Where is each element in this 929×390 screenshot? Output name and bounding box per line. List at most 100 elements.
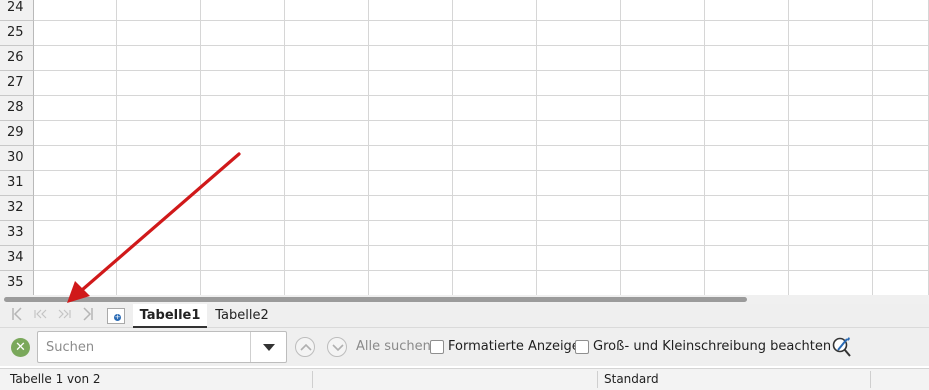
horizontal-scrollbar-thumb[interactable] [4, 297, 747, 302]
grid-cell[interactable] [705, 146, 789, 171]
grid-cell[interactable] [789, 21, 873, 46]
grid-cell[interactable] [34, 171, 117, 196]
grid-cell[interactable] [369, 146, 453, 171]
grid-cell[interactable] [369, 71, 453, 96]
next-sheet-icon[interactable] [54, 307, 74, 325]
search-input[interactable] [38, 332, 250, 362]
row-header[interactable]: 25 [0, 21, 34, 46]
grid-cell[interactable] [621, 21, 705, 46]
grid-cell[interactable] [453, 246, 537, 271]
search-combobox[interactable] [37, 331, 287, 363]
grid-cell[interactable] [369, 246, 453, 271]
grid-cell[interactable] [453, 21, 537, 46]
grid-cell[interactable] [201, 121, 285, 146]
grid-cell[interactable] [705, 0, 789, 21]
grid-cell[interactable] [705, 221, 789, 246]
grid-cell[interactable] [705, 71, 789, 96]
grid-cell[interactable] [873, 221, 929, 246]
grid-cell[interactable] [537, 46, 621, 71]
grid-cell[interactable] [117, 21, 201, 46]
grid-cell[interactable] [621, 246, 705, 271]
grid-cell[interactable] [285, 96, 369, 121]
grid-cell[interactable] [201, 71, 285, 96]
sheet-tab-tabelle2[interactable]: Tabelle2 [209, 304, 275, 328]
grid-cell[interactable] [117, 71, 201, 96]
close-find-toolbar-icon[interactable]: ✕ [11, 338, 30, 357]
spreadsheet-grid[interactable]: 24 25 26 27 28 29 30 31 32 33 34 35 [0, 0, 929, 295]
grid-cell[interactable] [537, 121, 621, 146]
grid-cell[interactable] [453, 71, 537, 96]
grid-cell[interactable] [34, 71, 117, 96]
grid-cell[interactable] [201, 46, 285, 71]
grid-cell[interactable] [873, 271, 929, 295]
grid-cell[interactable] [537, 246, 621, 271]
grid-cell[interactable] [453, 121, 537, 146]
grid-cell[interactable] [789, 271, 873, 295]
grid-cell[interactable] [705, 271, 789, 295]
grid-cell[interactable] [369, 46, 453, 71]
grid-cell[interactable] [117, 221, 201, 246]
grid-cell[interactable] [369, 171, 453, 196]
row-header[interactable]: 30 [0, 146, 34, 171]
grid-cell[interactable] [201, 246, 285, 271]
grid-cell[interactable] [705, 171, 789, 196]
row-header[interactable]: 27 [0, 71, 34, 96]
grid-cell[interactable] [873, 21, 929, 46]
grid-cell[interactable] [873, 71, 929, 96]
search-history-dropdown[interactable] [251, 332, 286, 362]
grid-cell[interactable] [873, 96, 929, 121]
row-header[interactable]: 26 [0, 46, 34, 71]
grid-cell[interactable] [873, 246, 929, 271]
grid-cell[interactable] [537, 171, 621, 196]
grid-cell[interactable] [369, 121, 453, 146]
grid-cell[interactable] [201, 146, 285, 171]
grid-cell[interactable] [117, 171, 201, 196]
grid-cell[interactable] [873, 121, 929, 146]
grid-cell[interactable] [34, 196, 117, 221]
grid-cell[interactable] [285, 196, 369, 221]
grid-cell[interactable] [34, 121, 117, 146]
row-header[interactable]: 31 [0, 171, 34, 196]
grid-cell[interactable] [621, 121, 705, 146]
grid-cell[interactable] [117, 96, 201, 121]
grid-cell[interactable] [453, 46, 537, 71]
grid-cell[interactable] [621, 96, 705, 121]
grid-cell[interactable] [453, 221, 537, 246]
grid-cell[interactable] [537, 71, 621, 96]
match-case-checkbox[interactable] [575, 340, 589, 354]
grid-cell[interactable] [117, 196, 201, 221]
grid-cell[interactable] [789, 121, 873, 146]
grid-cell[interactable] [537, 96, 621, 121]
horizontal-scrollbar[interactable] [0, 295, 929, 304]
grid-cell[interactable] [369, 96, 453, 121]
previous-sheet-icon[interactable] [31, 307, 51, 325]
grid-cell[interactable] [537, 0, 621, 21]
row-header[interactable]: 24 [0, 0, 34, 21]
grid-cell[interactable] [117, 246, 201, 271]
grid-cell[interactable] [369, 0, 453, 21]
grid-cell[interactable] [789, 0, 873, 21]
grid-cell[interactable] [537, 21, 621, 46]
row-header[interactable]: 28 [0, 96, 34, 121]
grid-cell[interactable] [369, 271, 453, 295]
grid-cell[interactable] [705, 246, 789, 271]
grid-cell[interactable] [369, 221, 453, 246]
find-previous-button[interactable] [295, 337, 315, 357]
grid-cell[interactable] [285, 71, 369, 96]
grid-cell[interactable] [705, 196, 789, 221]
row-header[interactable]: 34 [0, 246, 34, 271]
grid-cell[interactable] [453, 96, 537, 121]
grid-cell[interactable] [621, 46, 705, 71]
grid-cell[interactable] [285, 0, 369, 21]
grid-cell[interactable] [621, 0, 705, 21]
grid-cell[interactable] [117, 0, 201, 21]
grid-cell[interactable] [537, 196, 621, 221]
grid-cell[interactable] [621, 271, 705, 295]
grid-cell[interactable] [621, 221, 705, 246]
grid-cell[interactable] [789, 171, 873, 196]
grid-cell[interactable] [285, 121, 369, 146]
sheet-tab-tabelle1[interactable]: Tabelle1 [133, 304, 207, 328]
grid-cell[interactable] [453, 196, 537, 221]
grid-cell[interactable] [789, 246, 873, 271]
grid-cell[interactable] [285, 271, 369, 295]
